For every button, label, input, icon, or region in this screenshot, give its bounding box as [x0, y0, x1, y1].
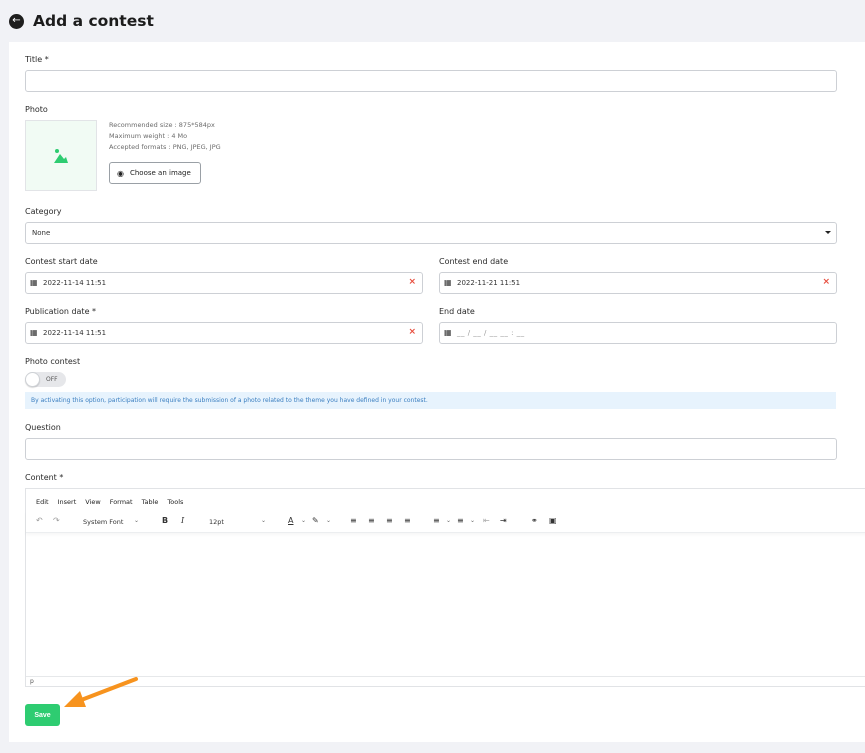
contest-form: Title * Photo Recommended size : 875*584… — [9, 42, 865, 742]
calendar-icon: ▦ — [444, 278, 452, 287]
photo-preview — [25, 120, 97, 191]
editor-toolbar: ↶ ↷ System Font ⌄ B I 12pt ⌄ A ⌄ ✎ ⌄ ≡ ≡… — [26, 511, 865, 533]
font-family-select[interactable]: System Font — [83, 518, 123, 526]
choose-image-label: Choose an image — [129, 169, 191, 177]
align-justify-icon[interactable]: ≡ — [404, 516, 411, 525]
italic-icon[interactable]: I — [181, 516, 184, 525]
photo-contest-info: By activating this option, participation… — [25, 392, 836, 409]
undo-icon[interactable]: ↶ — [36, 516, 43, 525]
photo-weight-info: Maximum weight : 4 Mo — [109, 132, 188, 140]
calendar-icon: ▦ — [30, 278, 38, 287]
photo-format-info: Accepted formats : PNG, JPEG, JPG — [109, 143, 221, 151]
photo-requirements: Recommended size : 875*584px Maximum wei… — [109, 120, 221, 153]
clear-icon[interactable]: × — [408, 327, 416, 337]
outdent-icon[interactable]: ⇤ — [483, 516, 490, 525]
title-input[interactable] — [25, 70, 837, 92]
calendar-icon: ▦ — [30, 328, 38, 337]
clear-icon[interactable]: × — [408, 277, 416, 287]
photo-contest-label: Photo contest — [25, 357, 81, 366]
menu-table[interactable]: Table — [142, 498, 159, 506]
photo-contest-toggle[interactable]: OFF — [25, 372, 66, 387]
align-left-icon[interactable]: ≡ — [350, 516, 357, 525]
question-input[interactable] — [25, 438, 837, 460]
pointer-arrow-annotation — [64, 677, 138, 707]
numbered-list-icon[interactable]: ≡ — [457, 516, 464, 525]
editor-statusbar: p — [26, 676, 865, 686]
bullet-list-icon[interactable]: ≡ — [433, 516, 440, 525]
menu-edit[interactable]: Edit — [36, 498, 49, 506]
indent-icon[interactable]: ⇥ — [500, 516, 507, 525]
category-select[interactable]: None — [25, 222, 837, 244]
menu-tools[interactable]: Tools — [167, 498, 183, 506]
category-value: None — [32, 229, 51, 237]
choose-image-button[interactable]: ◉ Choose an image — [109, 162, 201, 184]
back-arrow-icon[interactable]: ← — [9, 13, 24, 29]
photo-label: Photo — [25, 105, 48, 114]
category-label: Category — [25, 207, 62, 216]
highlight-icon[interactable]: ✎ — [312, 516, 319, 525]
font-size-select[interactable]: 12pt — [209, 518, 224, 526]
start-date-label: Contest start date — [25, 257, 98, 266]
menu-format[interactable]: Format — [110, 498, 133, 506]
clear-icon[interactable]: × — [822, 277, 830, 287]
end-date-value: 2022-11-21 11:51 — [457, 279, 521, 287]
redo-icon[interactable]: ↷ — [53, 516, 60, 525]
align-right-icon[interactable]: ≡ — [386, 516, 393, 525]
publication-date-value: 2022-11-14 11:51 — [43, 329, 107, 337]
content-label: Content * — [25, 473, 64, 482]
start-date-input[interactable]: ▦ 2022-11-14 11:51 × — [25, 272, 423, 294]
page-header: ← Add a contest — [9, 8, 154, 34]
calendar-icon: ▦ — [444, 328, 452, 337]
align-center-icon[interactable]: ≡ — [368, 516, 375, 525]
editor-menubar: Edit Insert View Format Table Tools — [36, 498, 192, 506]
chevron-down-icon: ⌄ — [301, 517, 307, 524]
toggle-state: OFF — [46, 376, 58, 383]
publication-end-date-input[interactable]: ▦ __ / __ / __ __ : __ — [439, 322, 837, 344]
chevron-down-icon: ⌄ — [326, 517, 332, 524]
text-color-icon[interactable]: A — [288, 516, 293, 525]
camera-icon: ◉ — [117, 168, 124, 178]
toggle-knob — [25, 372, 40, 387]
question-label: Question — [25, 423, 61, 432]
link-icon[interactable]: ⚭ — [531, 516, 538, 525]
bold-icon[interactable]: B — [162, 516, 168, 525]
insert-image-icon[interactable]: ▣ — [549, 516, 557, 525]
menu-insert[interactable]: Insert — [58, 498, 77, 506]
rich-text-editor[interactable]: Edit Insert View Format Table Tools ↶ ↷ … — [25, 488, 865, 687]
publication-end-date-label: End date — [439, 307, 475, 316]
chevron-down-icon: ⌄ — [470, 517, 476, 524]
start-date-value: 2022-11-14 11:51 — [43, 279, 107, 287]
end-date-input[interactable]: ▦ 2022-11-21 11:51 × — [439, 272, 837, 294]
chevron-down-icon: ⌄ — [261, 517, 267, 524]
title-label: Title * — [25, 55, 49, 64]
save-button[interactable]: Save — [25, 704, 60, 726]
photo-size-info: Recommended size : 875*584px — [109, 121, 215, 129]
caret-down-icon — [825, 231, 831, 234]
menu-view[interactable]: View — [85, 498, 100, 506]
chevron-down-icon: ⌄ — [134, 517, 140, 524]
end-date-label: Contest end date — [439, 257, 509, 266]
end-date-placeholder: __ / __ / __ __ : __ — [457, 329, 525, 337]
page-title: Add a contest — [33, 12, 154, 30]
image-placeholder-icon — [54, 149, 68, 163]
publication-date-label: Publication date * — [25, 307, 97, 316]
publication-date-input[interactable]: ▦ 2022-11-14 11:51 × — [25, 322, 423, 344]
chevron-down-icon: ⌄ — [446, 517, 452, 524]
